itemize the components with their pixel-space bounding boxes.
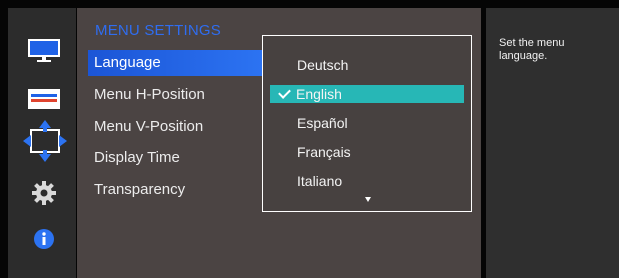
- info-icon[interactable]: [33, 228, 55, 250]
- gear-icon[interactable]: [31, 180, 57, 206]
- color-bars-icon[interactable]: [27, 88, 61, 110]
- option-label: Français: [297, 144, 351, 160]
- menu-item-transparency[interactable]: Transparency: [88, 177, 262, 203]
- menu-title: MENU SETTINGS: [95, 22, 221, 39]
- language-option-italiano[interactable]: Italiano: [270, 172, 464, 190]
- help-text: Set the menu language.: [499, 37, 565, 62]
- menu-item-language[interactable]: Language: [88, 50, 262, 76]
- osd-window: MENU SETTINGS Language Menu H-Position M…: [0, 0, 619, 278]
- option-label: Italiano: [297, 173, 343, 189]
- language-option-english[interactable]: English: [270, 85, 464, 103]
- option-label: English: [296, 86, 342, 102]
- menu-item-menu-h-position[interactable]: Menu H-Position: [88, 82, 262, 108]
- monitor-icon[interactable]: [27, 38, 61, 64]
- checkmark-icon: [278, 86, 291, 99]
- menu-item-menu-v-position[interactable]: Menu V-Position: [88, 114, 262, 140]
- language-option-deutsch[interactable]: Deutsch: [270, 56, 464, 74]
- position-arrows-icon[interactable]: [22, 118, 68, 164]
- language-option-espanol[interactable]: Español: [270, 114, 464, 132]
- option-label: Deutsch: [297, 57, 349, 73]
- language-option-francais[interactable]: Français: [270, 143, 464, 161]
- menu-item-display-time[interactable]: Display Time: [88, 145, 262, 171]
- scroll-down-arrow-icon[interactable]: [365, 197, 371, 202]
- option-label: Español: [297, 115, 348, 131]
